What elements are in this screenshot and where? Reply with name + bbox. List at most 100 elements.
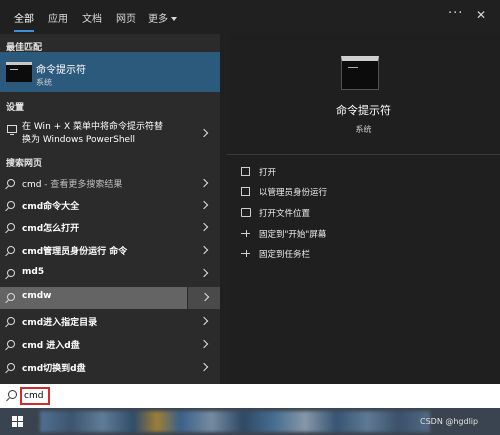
chevron-right-icon <box>199 362 209 372</box>
action-open-file-location-label: 打开文件位置 <box>259 209 311 219</box>
action-pin-to-taskbar[interactable]: 固定到任务栏 <box>241 247 441 261</box>
web-result-item[interactable]: md5 <box>0 263 187 285</box>
web-result-query: cmd管理员身份运行 命令 <box>22 247 128 257</box>
web-result-item[interactable]: cmd切换到d盘 <box>0 357 187 379</box>
tab-apps[interactable]: 应用 <box>48 10 68 25</box>
web-result-item-hovered[interactable]: cmdw <box>0 287 187 309</box>
tab-all[interactable]: 全部 <box>14 10 34 25</box>
web-result-item[interactable]: cmd管理员身份运行 命令 <box>0 240 187 262</box>
chevron-right-icon <box>200 292 210 302</box>
settings-item-line1: 在 Win + X 菜单中将命令提示符替 <box>22 122 164 132</box>
web-result-query: cmd命令大全 <box>22 202 80 212</box>
web-result-text: cmd命令大全 <box>22 199 79 212</box>
chevron-right-icon <box>199 316 209 326</box>
chevron-right-icon <box>199 200 209 210</box>
preview-panel: 命令提示符 系统 打开 以管理员身份运行 打开文件位置 固定到"开始"屏幕 固定… <box>227 34 500 384</box>
search-tabs-bar: 全部 应用 文档 网页 更多 ··· ✕ <box>0 0 500 34</box>
chevron-right-icon <box>199 339 209 349</box>
section-settings: 设置 <box>6 103 25 113</box>
web-result-query: cmdw <box>22 291 52 301</box>
action-run-as-admin[interactable]: 以管理员身份运行 <box>241 185 441 199</box>
search-icon <box>7 293 15 301</box>
web-result-text: cmd - 查看更多搜索结果 <box>22 177 122 190</box>
search-bar <box>0 384 500 408</box>
pin-icon <box>241 249 250 258</box>
web-result-text: cmd怎么打开 <box>22 221 79 234</box>
tab-documents[interactable]: 文档 <box>82 10 102 25</box>
web-result-query: cmd 进入d盘 <box>22 341 80 351</box>
command-prompt-icon <box>341 56 379 90</box>
search-icon <box>8 390 17 399</box>
windows-start-icon[interactable] <box>12 416 24 428</box>
web-result-text: cmd进入指定目录 <box>22 315 97 328</box>
chevron-right-icon <box>199 222 209 232</box>
web-result-expand-button[interactable] <box>187 263 220 285</box>
action-pin-to-start[interactable]: 固定到"开始"屏幕 <box>241 227 441 241</box>
search-icon <box>7 317 15 325</box>
preview-title: 命令提示符 <box>336 104 391 117</box>
search-icon <box>7 179 15 187</box>
tab-more-label: 更多 <box>148 14 168 25</box>
close-icon[interactable]: ✕ <box>476 8 486 22</box>
best-match-subtitle: 系统 <box>36 78 52 87</box>
action-open-label: 打开 <box>259 168 277 178</box>
action-pin-to-start-label: 固定到"开始"屏幕 <box>259 230 327 240</box>
web-result-expand-button[interactable] <box>187 217 220 239</box>
web-result-text: cmd管理员身份运行 命令 <box>22 244 127 257</box>
web-result-query: cmd <box>22 180 42 190</box>
web-result-text: cmdw <box>22 291 51 301</box>
chevron-right-icon <box>199 245 209 255</box>
chevron-right-icon <box>199 268 209 278</box>
web-result-item[interactable]: cmd怎么打开 <box>0 217 187 239</box>
search-icon <box>7 363 15 371</box>
web-result-suffix: - 查看更多搜索结果 <box>41 180 123 190</box>
file-location-icon <box>241 208 251 217</box>
settings-item-powershell[interactable]: 在 Win + X 菜单中将命令提示符替 换为 Windows PowerShe… <box>0 117 220 151</box>
web-result-query: cmd怎么打开 <box>22 224 80 234</box>
watermark: CSDN @hgdlip <box>420 417 479 426</box>
settings-item-text: 在 Win + X 菜单中将命令提示符替 换为 Windows PowerShe… <box>22 121 200 147</box>
best-match-title: 命令提示符 <box>36 65 86 76</box>
web-result-expand-button[interactable] <box>187 173 220 195</box>
command-prompt-icon <box>6 62 32 82</box>
web-result-item[interactable]: cmd进入指定目录 <box>0 311 187 333</box>
taskbar-apps-blurred <box>40 411 430 432</box>
search-icon <box>7 223 15 231</box>
web-result-item[interactable]: cmd - 查看更多搜索结果 <box>0 173 187 195</box>
action-run-as-admin-label: 以管理员身份运行 <box>259 188 328 198</box>
web-result-expand-button[interactable] <box>187 195 220 217</box>
web-result-expand-button[interactable] <box>187 311 220 333</box>
action-pin-to-taskbar-label: 固定到任务栏 <box>259 250 311 260</box>
active-tab-indicator <box>14 30 34 32</box>
web-result-expand-button[interactable] <box>187 240 220 262</box>
chevron-down-icon <box>171 17 177 21</box>
section-web-search: 搜索网页 <box>6 159 43 169</box>
best-match-item[interactable]: 命令提示符 系统 <box>0 52 220 92</box>
web-result-query: cmd进入指定目录 <box>22 318 98 328</box>
search-input[interactable] <box>20 387 50 405</box>
search-icon <box>7 246 15 254</box>
web-result-query: md5 <box>22 267 45 277</box>
web-result-expand-button[interactable] <box>187 334 220 356</box>
search-icon <box>7 269 15 277</box>
web-result-item[interactable]: cmd 进入d盘 <box>0 334 187 356</box>
chevron-right-icon <box>199 128 209 138</box>
web-result-text: md5 <box>22 267 44 277</box>
more-options-icon[interactable]: ··· <box>448 6 463 21</box>
web-result-expand-button[interactable] <box>187 357 220 379</box>
web-result-item[interactable]: cmd命令大全 <box>0 195 187 217</box>
divider <box>227 154 500 155</box>
preview-subtitle: 系统 <box>355 125 372 134</box>
admin-run-icon <box>241 187 250 196</box>
settings-item-line2: 换为 Windows PowerShell <box>22 135 136 145</box>
web-result-expand-button[interactable] <box>188 287 220 309</box>
settings-item-expand-button[interactable] <box>187 123 220 145</box>
web-result-text: cmd切换到d盘 <box>22 361 86 374</box>
web-result-text: cmd 进入d盘 <box>22 338 80 351</box>
open-icon <box>241 167 250 176</box>
tab-web[interactable]: 网页 <box>116 10 136 25</box>
action-open[interactable]: 打开 <box>241 165 441 179</box>
action-open-file-location[interactable]: 打开文件位置 <box>241 206 441 220</box>
tab-more[interactable]: 更多 <box>148 10 177 25</box>
pin-icon <box>241 229 250 238</box>
